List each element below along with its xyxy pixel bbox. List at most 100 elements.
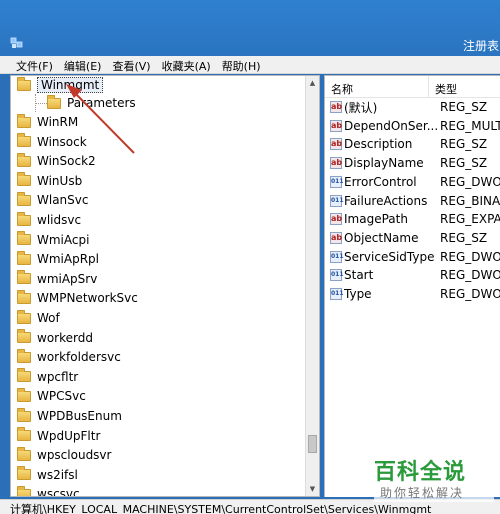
tree-item[interactable]: wscsvc bbox=[17, 485, 80, 496]
folder-icon bbox=[17, 387, 31, 402]
value-name: ImagePath bbox=[344, 212, 408, 227]
folder-icon bbox=[17, 485, 31, 496]
folder-icon bbox=[17, 446, 31, 461]
watermark-logo: 百科全说 助你轻松解决 bbox=[374, 454, 494, 502]
tree-item[interactable]: wpscloudsvr bbox=[17, 446, 111, 464]
value-row[interactable]: 011Type REG_DWORI bbox=[325, 285, 500, 303]
binary-value-icon: 011 bbox=[330, 250, 344, 263]
tree-item-label: Winsock bbox=[37, 134, 87, 149]
folder-icon bbox=[17, 329, 31, 344]
scroll-up-arrow-icon[interactable]: ▲ bbox=[306, 76, 319, 90]
tree-item[interactable]: WinSock2 bbox=[17, 152, 96, 170]
value-type: REG_SZ bbox=[440, 230, 488, 245]
value-row[interactable]: abImagePath REG_EXPAN bbox=[325, 210, 500, 228]
folder-icon bbox=[17, 427, 31, 442]
folder-icon bbox=[17, 368, 31, 383]
tree-item[interactable]: workfoldersvc bbox=[17, 348, 121, 366]
tree-item[interactable]: Wof bbox=[17, 309, 60, 327]
string-value-icon: ab bbox=[330, 101, 343, 113]
value-row[interactable]: 011FailureActions REG_BINARY bbox=[325, 192, 500, 210]
value-row[interactable]: abDependOnSer...REG_MULTI_ bbox=[325, 117, 500, 135]
tree-item-label: Wof bbox=[37, 311, 60, 325]
menu-favorites[interactable]: 收藏夹(A) bbox=[158, 56, 218, 73]
value-row[interactable]: 011ErrorControl REG_DWORI bbox=[325, 173, 500, 191]
tree-item[interactable]: Winsock bbox=[17, 133, 87, 151]
column-header-type[interactable]: 类型 bbox=[429, 76, 500, 98]
value-name: ServiceSidType bbox=[344, 249, 435, 264]
registry-key-tree[interactable]: Winmgmt Parameters WinRM Winsock WinSock2 W… bbox=[10, 75, 320, 497]
folder-icon bbox=[17, 270, 31, 285]
tree-item-label-selected: Winmgmt bbox=[37, 77, 104, 93]
menu-view[interactable]: 查看(V) bbox=[108, 56, 157, 73]
folder-icon bbox=[17, 113, 31, 128]
string-value-icon: ab bbox=[330, 157, 343, 170]
value-name: Start bbox=[344, 268, 374, 283]
tree-item[interactable]: WlanSvc bbox=[17, 191, 88, 209]
tree-item[interactable]: WmiApRpl bbox=[17, 250, 99, 268]
tree-item[interactable]: WPCSvc bbox=[17, 387, 86, 405]
tree-item-winmgmt[interactable]: Winmgmt bbox=[17, 76, 104, 94]
tree-item[interactable]: wmiApSrv bbox=[17, 270, 97, 288]
value-type: REG_SZ bbox=[440, 156, 488, 171]
string-value-icon: ab bbox=[330, 138, 343, 151]
value-name: ObjectName bbox=[344, 230, 419, 245]
column-header-name[interactable]: 名称 bbox=[325, 76, 429, 98]
tree-item[interactable]: WPDBusEnum bbox=[17, 407, 122, 425]
value-row[interactable]: ab (默认) REG_SZ bbox=[325, 98, 500, 116]
folder-icon bbox=[47, 94, 61, 109]
tree-scrollbar[interactable]: ▲ ▼ bbox=[305, 76, 319, 496]
tree-item[interactable]: wpcfltr bbox=[17, 368, 78, 386]
binary-value-icon: 011 bbox=[330, 269, 344, 282]
value-row[interactable]: ab DisplayName REG_SZ bbox=[325, 154, 500, 172]
registry-value-list[interactable]: 名称 类型 ab (默认) REG_SZ ab DependOnSer... REG_MU… bbox=[324, 75, 500, 497]
value-name: DependOnSer... bbox=[344, 118, 439, 133]
tree-item-label: wpscloudsvr bbox=[37, 448, 112, 463]
string-value-icon: ab bbox=[330, 231, 343, 244]
tree-connector bbox=[35, 103, 47, 104]
folder-icon bbox=[17, 466, 31, 481]
value-row[interactable]: ab ObjectName REG_SZ bbox=[325, 229, 500, 247]
value-row[interactable]: ab Description REG_SZ bbox=[325, 135, 500, 153]
regedit-app-icon[interactable] bbox=[10, 36, 24, 50]
value-name: Type bbox=[344, 287, 372, 301]
folder-icon bbox=[17, 211, 31, 226]
value-type: REG_DWORI bbox=[440, 174, 500, 189]
watermark-title: 百科全说 bbox=[374, 460, 467, 485]
scroll-down-arrow-icon[interactable]: ▼ bbox=[306, 482, 319, 496]
binary-value-icon: 011 bbox=[330, 175, 344, 188]
tree-item[interactable]: WpdUpFltr bbox=[17, 427, 100, 445]
tree-item-label: WlanSvc bbox=[37, 193, 89, 208]
scroll-thumb[interactable] bbox=[308, 435, 317, 453]
tree-item-label: WinRM bbox=[37, 115, 79, 129]
value-type: REG_DWORI bbox=[440, 249, 500, 264]
folder-icon bbox=[17, 407, 31, 422]
tree-item-parameters[interactable]: Parameters bbox=[47, 94, 136, 112]
tree-item[interactable]: WmiAcpi bbox=[17, 231, 89, 249]
tree-item-label: wpcfltr bbox=[37, 369, 79, 384]
value-name: ErrorControl bbox=[344, 174, 417, 189]
value-name: (默认) bbox=[344, 100, 378, 115]
tree-item-label: WPCSvc bbox=[37, 389, 86, 404]
binary-value-icon: 011 bbox=[330, 194, 344, 207]
tree-item[interactable]: ws2ifsl bbox=[17, 466, 78, 484]
tree-item[interactable]: WinRM bbox=[17, 113, 78, 131]
tree-item[interactable]: WinUsb bbox=[17, 172, 82, 190]
folder-icon bbox=[17, 191, 31, 206]
value-row[interactable]: 011Start REG_DWORI bbox=[325, 266, 500, 284]
folder-icon bbox=[17, 133, 31, 148]
tree-item-label: workfoldersvc bbox=[37, 350, 121, 365]
menu-bar: 文件(F) 编辑(E) 查看(V) 收藏夹(A) 帮助(H) bbox=[0, 56, 500, 74]
tree-item[interactable]: workerdd bbox=[17, 329, 93, 347]
menu-help[interactable]: 帮助(H) bbox=[218, 56, 268, 73]
menu-edit[interactable]: 编辑(E) bbox=[60, 56, 109, 73]
menu-file[interactable]: 文件(F) bbox=[12, 56, 60, 73]
value-row[interactable]: 011ServiceSidType REG_DWORI bbox=[325, 248, 500, 266]
folder-open-icon bbox=[17, 76, 31, 91]
tree-item-label: WinUsb bbox=[37, 173, 83, 188]
tree-item-label: WpdUpFltr bbox=[37, 428, 101, 443]
tree-item[interactable]: WMPNetworkSvc bbox=[17, 289, 138, 307]
folder-icon bbox=[17, 348, 31, 363]
watermark-subtitle: 助你轻松解决 bbox=[380, 486, 465, 500]
title-bar: 注册表 bbox=[0, 0, 500, 56]
tree-item[interactable]: wlidsvc bbox=[17, 211, 81, 229]
